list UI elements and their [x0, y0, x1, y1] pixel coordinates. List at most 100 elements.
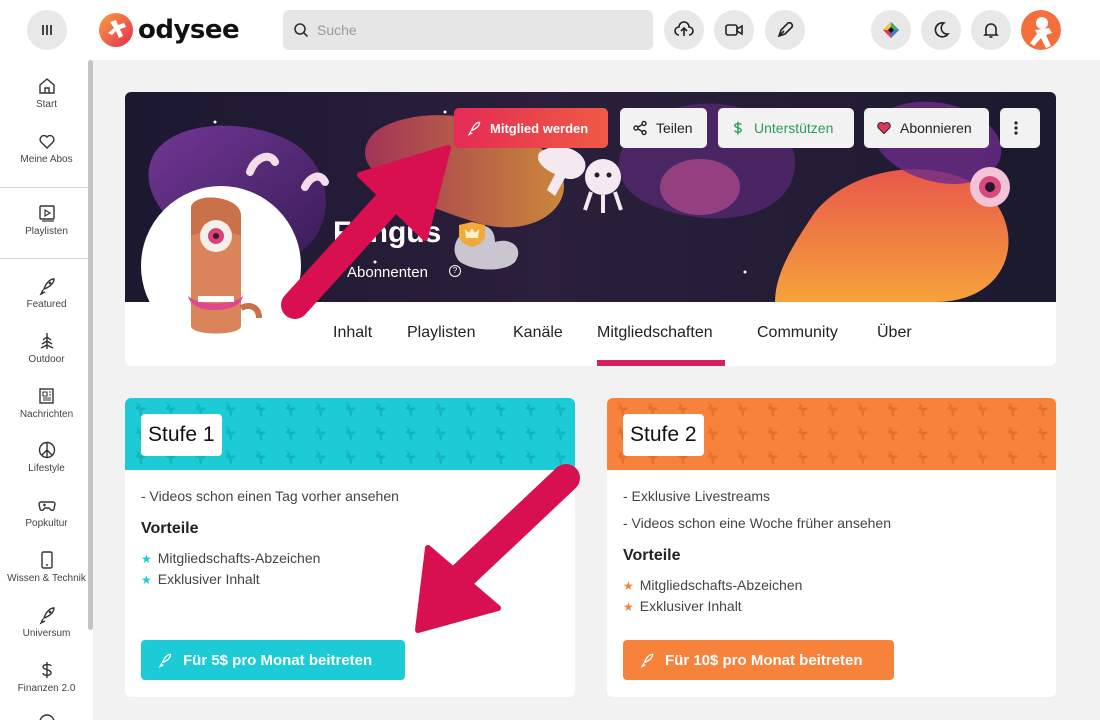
tree-icon — [40, 333, 53, 349]
rocket-icon — [38, 607, 55, 625]
benefit-label: Mitgliedschafts-Abzeichen — [157, 550, 321, 566]
sidebar-item-outdoor[interactable]: Outdoor — [0, 331, 93, 365]
sidebar-item-nachrichten[interactable]: Nachrichten — [0, 386, 93, 420]
sidebar-item-label: Playlisten — [25, 226, 68, 237]
sidebar-item-label: Finanzen 2.0 — [17, 683, 76, 694]
heart-icon — [38, 134, 55, 149]
theme-toggle-button[interactable] — [921, 10, 961, 50]
channel-header-card: Fungus Abonnenten ? Mitglied werden Teil… — [125, 92, 1056, 366]
sidebar-item-start[interactable]: Start — [0, 76, 93, 110]
follow-button[interactable]: Abonnieren — [864, 108, 989, 148]
sidebar-item-label: Featured — [26, 299, 67, 310]
tab-ueber[interactable]: Über — [877, 324, 912, 342]
rocket-icon — [158, 653, 172, 668]
tier-perk: - Exklusive Livestreams — [623, 488, 771, 504]
dollar-icon — [41, 662, 52, 678]
tab-community[interactable]: Community — [757, 324, 838, 342]
dollar-icon — [734, 121, 742, 135]
gamepad-icon — [37, 501, 56, 512]
tier-perk: - Videos schon eine Woche früher ansehen — [623, 515, 891, 531]
heart-icon — [877, 122, 891, 135]
sidebar-divider — [0, 258, 88, 259]
moon-icon — [934, 22, 950, 38]
star-icon: ★ — [623, 600, 634, 614]
rocket-icon — [640, 653, 654, 668]
tab-playlisten[interactable]: Playlisten — [407, 324, 475, 342]
phone-icon — [40, 551, 53, 569]
sidebar-item-label: Wissen & Technik — [7, 573, 86, 584]
star-icon: ★ — [141, 552, 152, 566]
sidebar-item-label: Lifestyle — [28, 463, 65, 474]
star-icon: ★ — [623, 579, 634, 593]
become-member-button[interactable]: Mitglied werden — [454, 108, 608, 148]
peace-icon — [38, 441, 55, 459]
wallet-button[interactable] — [871, 10, 911, 50]
search-icon — [294, 23, 309, 38]
rocket-icon — [467, 121, 481, 136]
tab-inhalt[interactable]: Inhalt — [333, 324, 372, 342]
more-options-button[interactable] — [1000, 108, 1040, 148]
support-button[interactable]: Unterstützen — [718, 108, 854, 148]
sidebar-item-label: Meine Abos — [20, 154, 73, 165]
sidebar-item-label: Nachrichten — [19, 409, 74, 420]
benefits-title: Vorteile — [141, 520, 199, 537]
rocket-icon — [38, 278, 55, 296]
playlist-icon — [38, 205, 55, 222]
star-icon: ★ — [141, 573, 152, 587]
sidebar-item-featured[interactable]: Featured — [0, 276, 93, 310]
sidebar-item-lifestyle[interactable]: Lifestyle — [0, 440, 93, 474]
active-tab-indicator — [597, 360, 725, 366]
benefit-label: Mitgliedschafts-Abzeichen — [639, 577, 803, 593]
more-vertical-icon — [1014, 121, 1018, 135]
globe-icon — [39, 714, 54, 720]
go-live-button[interactable] — [714, 10, 754, 50]
benefit-item: ★ Mitgliedschafts-Abzeichen — [623, 577, 802, 593]
share-button[interactable]: Teilen — [620, 108, 707, 148]
sidebar-item-label: Outdoor — [28, 354, 65, 365]
join-tier-button[interactable]: Für 5$ pro Monat beitreten — [141, 640, 405, 680]
camera-icon — [725, 24, 743, 36]
sidebar-item-universum[interactable]: Universum — [0, 605, 93, 639]
sidebar-item-wissen-technik[interactable]: Wissen & Technik — [0, 550, 93, 584]
publish-post-button[interactable] — [765, 10, 805, 50]
benefit-label: Exklusiver Inhalt — [157, 571, 260, 587]
sidebar-item-finanzen[interactable]: Finanzen 2.0 — [0, 660, 93, 694]
join-tier-button[interactable]: Für 10$ pro Monat beitreten — [623, 640, 894, 680]
subscriber-count: Abonnenten — [347, 264, 428, 281]
search-bar[interactable] — [283, 10, 653, 50]
odysee-logo-icon — [99, 13, 133, 47]
channel-badge-icon — [459, 222, 485, 247]
benefit-item: ★ Mitgliedschafts-Abzeichen — [141, 550, 320, 566]
odysee-logo[interactable]: odysee — [98, 10, 240, 50]
sidebar-item-label: Start — [35, 99, 58, 110]
upload-button[interactable] — [664, 10, 704, 50]
sidebar-item-playlisten[interactable]: Playlisten — [0, 203, 93, 237]
benefit-label: Exklusiver Inhalt — [639, 598, 742, 614]
wallet-icon — [883, 22, 899, 38]
newspaper-icon — [38, 388, 54, 404]
info-icon[interactable]: ? — [449, 265, 461, 277]
upload-icon — [674, 21, 694, 36]
join-tier-label: Für 5$ pro Monat beitreten — [183, 651, 373, 669]
benefits-title: Vorteile — [623, 547, 681, 564]
tab-mitgliedschaften[interactable]: Mitgliedschaften — [597, 324, 713, 342]
search-input[interactable] — [317, 22, 637, 38]
tab-kanaele[interactable]: Kanäle — [513, 324, 563, 342]
channel-tabs: Inhalt Playlisten Kanäle Mitgliedschafte… — [125, 302, 1056, 366]
menu-button[interactable] — [27, 10, 67, 50]
sidebar-scrollbar[interactable] — [88, 60, 93, 630]
channel-title[interactable]: Fungus — [333, 216, 441, 250]
bell-icon — [983, 23, 999, 38]
benefit-item: ★ Exklusiver Inhalt — [623, 598, 742, 614]
tier-name: Stufe 2 — [623, 414, 704, 456]
user-avatar[interactable] — [1021, 10, 1061, 50]
membership-tier-card: Stufe 2 - Exklusive Livestreams - Videos… — [607, 398, 1056, 697]
home-icon — [38, 78, 55, 94]
sidebar-item-popkultur[interactable]: Popkultur — [0, 495, 93, 529]
sidebar-item-meine-abos[interactable]: Meine Abos — [0, 131, 93, 165]
share-icon — [633, 120, 647, 136]
sidebar-item-more[interactable] — [0, 712, 93, 720]
share-label: Teilen — [656, 120, 693, 136]
notifications-button[interactable] — [971, 10, 1011, 50]
top-header: odysee — [0, 0, 1100, 60]
